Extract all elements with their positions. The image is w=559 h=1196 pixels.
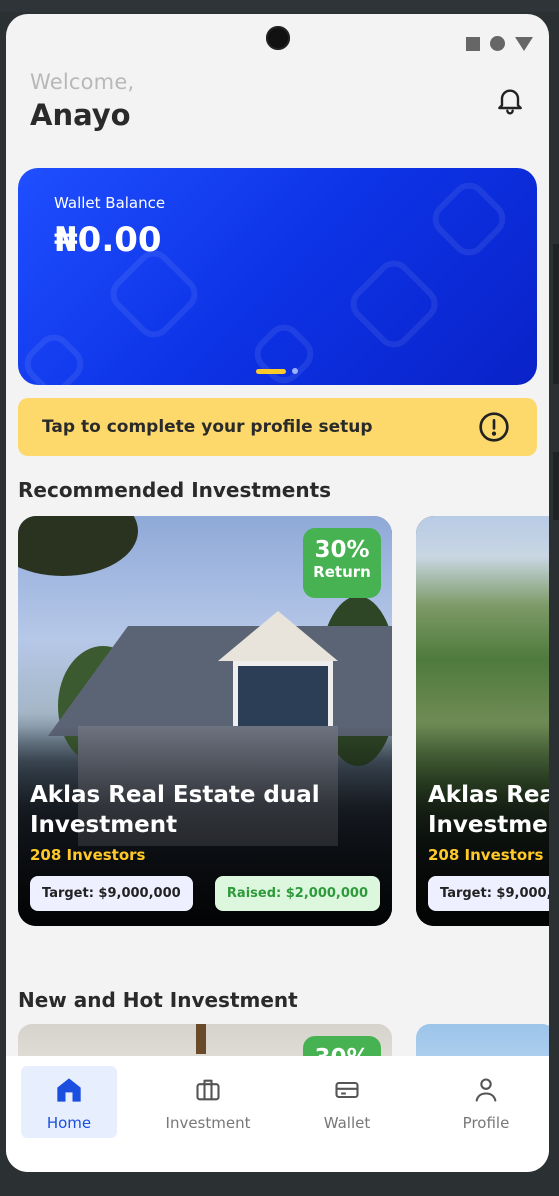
profile-banner-text: Tap to complete your profile setup — [42, 417, 373, 437]
section-title-hot: New and Hot Investment — [18, 988, 298, 1012]
user-icon — [475, 1078, 497, 1102]
wallet-balance-card[interactable]: Wallet Balance ₦0.00 — [18, 168, 537, 385]
user-name: Anayo — [30, 98, 131, 132]
return-label: Return — [313, 563, 371, 581]
briefcase-icon — [196, 1079, 220, 1101]
notification-bell-icon[interactable] — [494, 84, 526, 116]
raised-pill: Raised: $2,000,000 — [214, 876, 380, 911]
card-title: Aklas Real Estate dual Investment — [30, 782, 320, 838]
nav-profile-label: Profile — [462, 1114, 510, 1132]
nav-profile[interactable]: Profile — [438, 1066, 534, 1138]
investors-count: 208 Investors — [30, 846, 146, 864]
complete-profile-banner[interactable]: Tap to complete your profile setup — [18, 398, 537, 456]
nav-investment-label: Investment — [165, 1114, 251, 1132]
volume-button — [553, 244, 559, 384]
nav-wallet-label: Wallet — [323, 1114, 371, 1132]
investors-count: 208 Investors — [428, 846, 544, 864]
nav-investment[interactable]: Investment — [160, 1066, 256, 1138]
nav-home[interactable]: Home — [21, 1066, 117, 1138]
alert-circle-icon — [479, 412, 509, 442]
front-camera — [266, 26, 290, 50]
carousel-dots — [256, 368, 298, 374]
target-pill: Target: $9,000,000 — [428, 876, 549, 911]
system-status-icons — [466, 36, 533, 51]
nav-wallet[interactable]: Wallet — [299, 1066, 395, 1138]
nav-home-label: Home — [46, 1114, 92, 1132]
back-triangle-icon — [515, 36, 533, 51]
home-icon — [57, 1078, 81, 1102]
investment-card[interactable]: Aklas Real Estate dual Investment 208 In… — [416, 516, 549, 926]
lamp-image — [196, 1024, 206, 1054]
return-percent: 30% — [314, 537, 370, 563]
card-pattern — [425, 175, 513, 263]
wallet-label: Wallet Balance — [54, 194, 166, 212]
app-screen: Welcome, Anayo Wallet Balance ₦0.00 Tap … — [6, 14, 549, 1172]
card-title: Aklas Real Estate dual Investment — [428, 782, 549, 838]
power-button — [553, 452, 559, 520]
wallet-icon — [335, 1081, 359, 1099]
house-window — [233, 661, 333, 736]
section-title-recommended: Recommended Investments — [18, 478, 332, 502]
welcome-text: Welcome, — [30, 70, 135, 94]
carousel-dot[interactable] — [292, 368, 298, 374]
card-pattern — [18, 327, 91, 385]
home-circle-icon — [490, 36, 505, 51]
wallet-amount: ₦0.00 — [54, 220, 162, 260]
return-badge: 30% Return — [303, 528, 381, 598]
bottom-navigation: Home Investment Wallet Profile — [6, 1056, 549, 1172]
target-pill: Target: $9,000,000 — [30, 876, 193, 911]
investment-card[interactable]: 30% Return Aklas Real Estate dual Invest… — [18, 516, 392, 926]
carousel-dot-active[interactable] — [256, 368, 286, 374]
recent-apps-icon — [466, 36, 480, 51]
house-gable — [218, 611, 338, 661]
device-bezel — [0, 0, 559, 12]
card-pattern — [247, 317, 321, 385]
card-pattern — [343, 253, 445, 355]
